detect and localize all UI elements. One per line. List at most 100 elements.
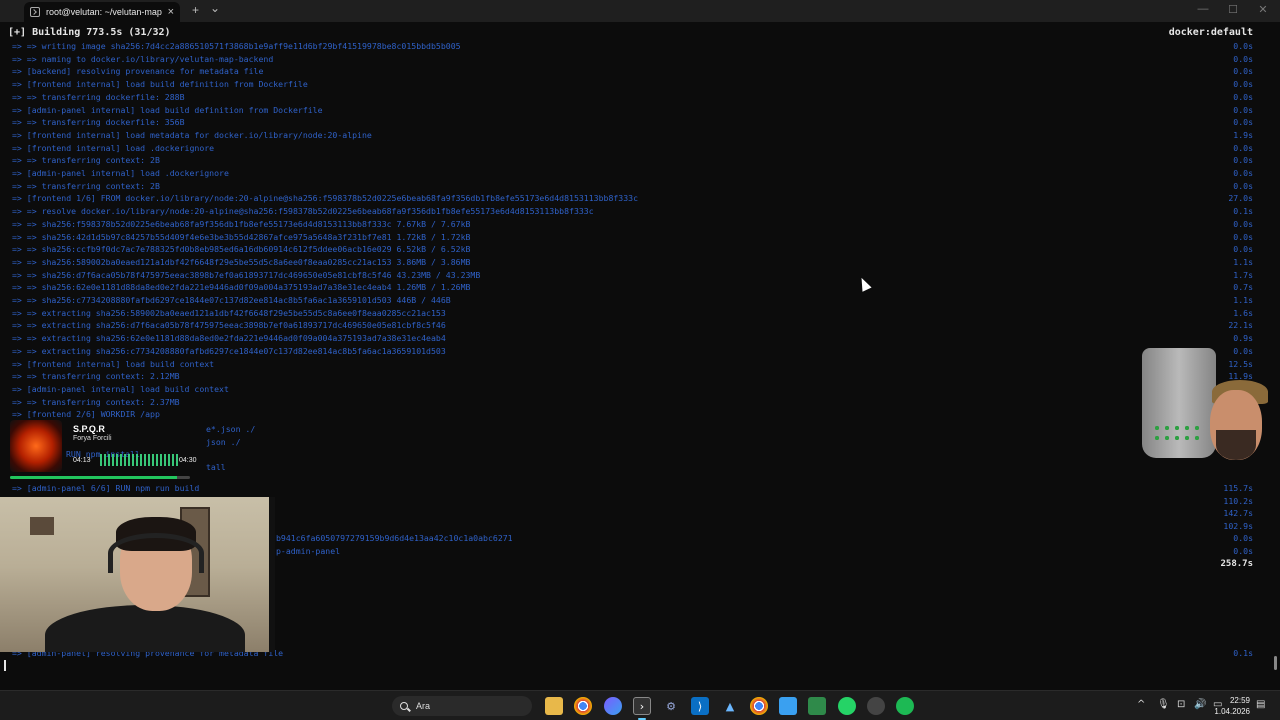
- log-line: => [frontend 1/6] FROM docker.io/library…: [12, 193, 639, 204]
- log-line: => [admin-panel internal] load .dockerig…: [12, 168, 229, 178]
- network-icon[interactable]: ⊡: [1177, 699, 1185, 710]
- headset-icon: [108, 533, 204, 573]
- log-line-time: 27.0s: [1228, 193, 1253, 204]
- log-line: => => resolve docker.io/library/node:20-…: [12, 206, 594, 217]
- log-line-time: 0.0s: [1233, 231, 1253, 242]
- log-line-time: 0.0s: [1233, 155, 1253, 166]
- log-line: => => extracting sha256:d7f6aca05b78f475…: [12, 320, 446, 331]
- album-art: [10, 420, 62, 472]
- tray-chevron-icon[interactable]: ^: [1137, 699, 1145, 710]
- log-line: => => sha256:42d1d5b97c84257b55d409f4e6e…: [12, 231, 471, 242]
- search-icon: [400, 702, 408, 710]
- window-titlebar: root@velutan: ~/velutan-map × + ⌄ — ☐ ✕: [0, 0, 1280, 22]
- log-line: => [admin-panel internal] load build con…: [12, 383, 229, 394]
- log-line-time: 0.0s: [1233, 142, 1253, 153]
- step-time: 110.2s: [1223, 495, 1253, 506]
- tab-title: root@velutan: ~/velutan-map: [45, 7, 162, 17]
- partial-log-line: json ./: [206, 437, 241, 447]
- taskbar-clock[interactable]: 22:59 1.04.2026: [1214, 695, 1250, 717]
- log-line-time: 0.0s: [1233, 168, 1253, 178]
- log-line: => => sha256:c7734208880fafbd6297ce1844e…: [12, 295, 451, 305]
- log-line-time: 0.0s: [1233, 218, 1253, 229]
- notification-icon[interactable]: ▤: [1256, 699, 1265, 710]
- tab-dropdown-button[interactable]: ⌄: [210, 1, 220, 15]
- song-total-time: 04:30: [179, 457, 197, 464]
- log-line: => => sha256:62e0e1181d88da8ed0e2fda221e…: [12, 282, 471, 293]
- terminal-icon: [30, 7, 40, 17]
- terminal-icon[interactable]: ›: [633, 697, 651, 715]
- step-time: 102.9s: [1223, 520, 1253, 531]
- log-line-time: 0.0s: [1233, 91, 1253, 102]
- terminal-cursor: [4, 660, 6, 671]
- terminal-tab[interactable]: root@velutan: ~/velutan-map ×: [24, 2, 180, 22]
- arduino-icon[interactable]: ▲: [721, 697, 739, 715]
- chrome-icon[interactable]: [574, 697, 592, 715]
- log-line-time: 0.9s: [1233, 333, 1253, 344]
- step-time: 142.7s: [1223, 508, 1253, 519]
- log-line: => => transferring dockerfile: 288B: [12, 91, 185, 102]
- log-line: => => writing image sha256:7d4cc2a886510…: [12, 41, 461, 51]
- clock-time: 22:59: [1229, 696, 1250, 705]
- build-line: => [admin-panel 6/6] RUN npm run build: [12, 483, 200, 493]
- settings-icon[interactable]: ⚙: [662, 697, 680, 715]
- maximize-button[interactable]: ☐: [1218, 3, 1248, 16]
- log-line-time: 0.0s: [1233, 104, 1253, 115]
- webcam-edge: [269, 497, 275, 652]
- start-icon[interactable]: [366, 698, 383, 715]
- log-line-time: 0.1s: [1233, 206, 1253, 217]
- clock-date: 1.04.2026: [1214, 707, 1250, 716]
- log-line-time: 0.0s: [1233, 41, 1253, 51]
- chrome-icon[interactable]: [750, 697, 768, 715]
- log-line: => => sha256:f598378b52d0225e6beab68fa9f…: [12, 218, 471, 229]
- whatsapp-icon[interactable]: [838, 697, 856, 715]
- log-line: => [admin-panel internal] load build def…: [12, 104, 323, 115]
- log-line-time: 1.7s: [1233, 269, 1253, 280]
- audio-waveform: [100, 454, 178, 466]
- copilot-icon[interactable]: [604, 697, 622, 715]
- taskbar-search[interactable]: Ara: [392, 696, 532, 716]
- hash-line: b941c6fa6050797279159b9d6d4e13aa42c10c1a…: [276, 533, 513, 543]
- log-line-time: 22.1s: [1228, 320, 1253, 331]
- log-line-time: 0.0s: [1233, 180, 1253, 191]
- log-line-time: 1.1s: [1233, 295, 1253, 305]
- log-line: => => naming to docker.io/library/veluta…: [12, 53, 274, 64]
- chrome-dev-icon[interactable]: [867, 697, 885, 715]
- song-title: S.P.Q.R: [73, 424, 105, 434]
- image-name-line: p-admin-panel: [276, 546, 341, 556]
- tab-close-icon[interactable]: ×: [168, 6, 174, 18]
- avatar-beard: [1216, 430, 1256, 460]
- search-label: Ara: [416, 701, 431, 711]
- log-line-time: 1.6s: [1233, 307, 1253, 318]
- notepad-icon[interactable]: [779, 697, 797, 715]
- file-explorer-icon[interactable]: [545, 697, 563, 715]
- vscode-icon[interactable]: ⟩: [691, 697, 709, 715]
- song-current-time: 04:13: [73, 457, 91, 464]
- partial-log-line: e*.json ./: [206, 424, 256, 434]
- avatar-overlay: [1140, 345, 1270, 495]
- step-time: 0.0s: [1233, 546, 1253, 556]
- terminal-scrollbar[interactable]: [1274, 656, 1277, 670]
- song-progress-bar: [10, 476, 190, 479]
- volume-icon[interactable]: 🔊: [1194, 699, 1206, 710]
- log-line-time: 1.9s: [1233, 129, 1253, 140]
- log-line: => [frontend internal] load build contex…: [12, 358, 215, 369]
- total-time: 258.7s: [1220, 559, 1253, 569]
- log-line-time: 0.0s: [1233, 244, 1253, 255]
- log-line: => [frontend internal] load build defini…: [12, 79, 308, 90]
- microphone-icon[interactable]: 🎙: [1157, 699, 1170, 710]
- log-line: => => transferring context: 2B: [12, 155, 160, 166]
- log-line: => [frontend 2/6] WORKDIR /app: [12, 409, 160, 420]
- log-line-time: 0.0s: [1233, 66, 1253, 77]
- spotify-icon[interactable]: [896, 697, 914, 715]
- minimize-button[interactable]: —: [1188, 3, 1218, 15]
- build-status-header: [+] Building 773.5s (31/32): [8, 27, 171, 38]
- network-app-icon[interactable]: [808, 697, 826, 715]
- close-window-button[interactable]: ✕: [1248, 3, 1278, 16]
- log-line: => => extracting sha256:62e0e1181d88da8e…: [12, 333, 446, 344]
- log-line: => [frontend internal] load metadata for…: [12, 129, 372, 140]
- now-playing-widget: S.P.Q.R Forya Forcili 04:13 04:30: [10, 420, 210, 479]
- log-line: => [backend] resolving provenance for me…: [12, 66, 264, 77]
- new-tab-button[interactable]: +: [192, 3, 199, 17]
- log-line-time: 0.0s: [1233, 53, 1253, 64]
- song-artist: Forya Forcili: [73, 435, 112, 442]
